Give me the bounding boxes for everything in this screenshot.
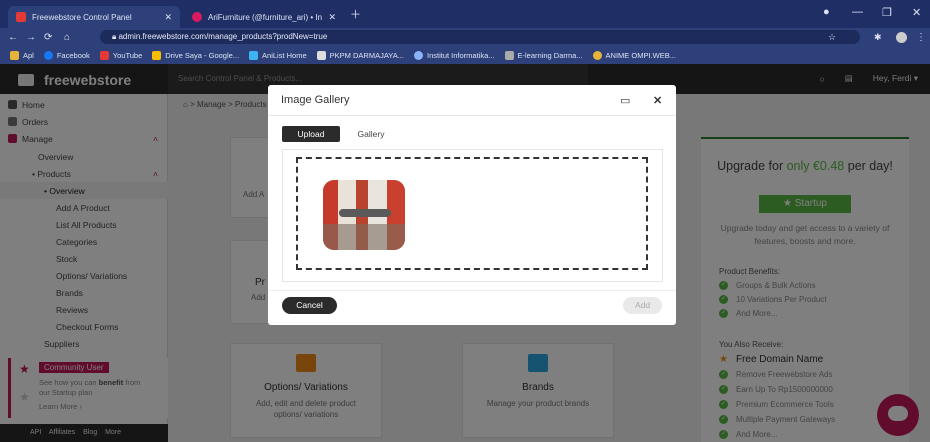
thumbnail-floor — [323, 224, 405, 250]
upload-panel — [282, 149, 663, 282]
bookmark-elearning[interactable]: E-learning Darma... — [504, 50, 583, 60]
add-button[interactable]: Add — [623, 297, 662, 314]
tab-upload[interactable]: Upload — [282, 126, 340, 142]
extensions-icon[interactable]: ✱ — [874, 32, 882, 43]
anilist-icon — [249, 50, 259, 60]
star-bookmark-icon[interactable]: ☆ — [828, 32, 836, 43]
back-icon[interactable]: ← — [8, 32, 18, 43]
anime-icon — [592, 50, 602, 60]
divider — [268, 290, 676, 291]
cancel-button[interactable]: Cancel — [282, 297, 337, 314]
new-tab-icon[interactable]: ＋ — [350, 6, 361, 22]
bookmark-pkpm[interactable]: PKPM DARMAJAYA... — [316, 50, 404, 60]
bookmark-anime[interactable]: ANIME OMPI.WEB... — [592, 50, 676, 60]
upload-dropzone[interactable] — [296, 157, 648, 270]
bookmark-facebook[interactable]: Facebook — [43, 50, 90, 60]
bookmarks-bar: Apl Facebook YouTube Drive Saya - Google… — [0, 46, 930, 64]
apps-grid-icon — [10, 50, 19, 60]
close-tab-icon[interactable]: ✕ — [164, 12, 172, 23]
address-toolbar: ← → ⟳ ⌂ 🔒︎ admin.freewebstore.com/manage… — [0, 28, 930, 46]
url-text: admin.freewebstore.com/manage_products?p… — [118, 32, 328, 41]
bookmark-apps[interactable]: Apl — [10, 50, 34, 60]
forward-icon[interactable]: → — [26, 32, 36, 43]
elearning-icon — [504, 50, 514, 60]
tab-title: AriFurniture (@furniture_ari) • In — [208, 12, 323, 22]
bookmark-anilist[interactable]: AniList Home — [249, 50, 307, 60]
minimize-icon[interactable]: — — [852, 6, 863, 18]
browser-tab-instagram[interactable]: AriFurniture (@furniture_ari) • In ✕ — [184, 6, 344, 28]
bookmark-institut[interactable]: Institut Informatika... — [413, 50, 495, 60]
pkpm-icon — [316, 50, 326, 60]
close-window-icon[interactable]: ✕ — [912, 6, 921, 19]
freewebstore-favicon-icon — [16, 12, 26, 22]
browser-tab-strip: Freewebstore Control Panel ✕ AriFurnitur… — [0, 0, 930, 28]
facebook-icon — [43, 50, 53, 60]
image-gallery-modal: Image Gallery ▭ ✕ Upload Gallery Cancel … — [268, 85, 676, 325]
thumbnail-overlay-bar — [339, 209, 391, 217]
address-bar[interactable]: 🔒︎ admin.freewebstore.com/manage_product… — [100, 30, 860, 44]
divider — [268, 115, 676, 116]
bookmark-drive[interactable]: Drive Saya - Google... — [152, 50, 239, 60]
menu-kebab-icon[interactable]: ⋮ — [916, 32, 926, 43]
close-tab-icon[interactable]: ✕ — [328, 12, 336, 23]
browser-tab-control-panel[interactable]: Freewebstore Control Panel ✕ — [8, 6, 180, 28]
tab-title: Freewebstore Control Panel — [32, 12, 132, 22]
profile-avatar-icon[interactable] — [896, 31, 907, 43]
youtube-icon — [99, 50, 109, 60]
google-drive-icon — [152, 50, 162, 60]
tab-gallery[interactable]: Gallery — [354, 126, 388, 142]
instagram-favicon-icon — [192, 12, 202, 22]
uploaded-image-thumbnail[interactable] — [323, 180, 405, 250]
home-icon[interactable]: ⌂ — [64, 32, 70, 43]
globe-icon — [413, 50, 423, 60]
bookmark-youtube[interactable]: YouTube — [99, 50, 142, 60]
close-icon[interactable]: ✕ — [653, 94, 662, 107]
maximize-icon[interactable]: ❐ — [882, 6, 892, 19]
profile-dot-icon[interactable]: ● — [823, 6, 830, 18]
reload-icon[interactable]: ⟳ — [44, 32, 52, 43]
maximize-icon[interactable]: ▭ — [620, 94, 630, 107]
modal-title: Image Gallery — [281, 94, 350, 106]
